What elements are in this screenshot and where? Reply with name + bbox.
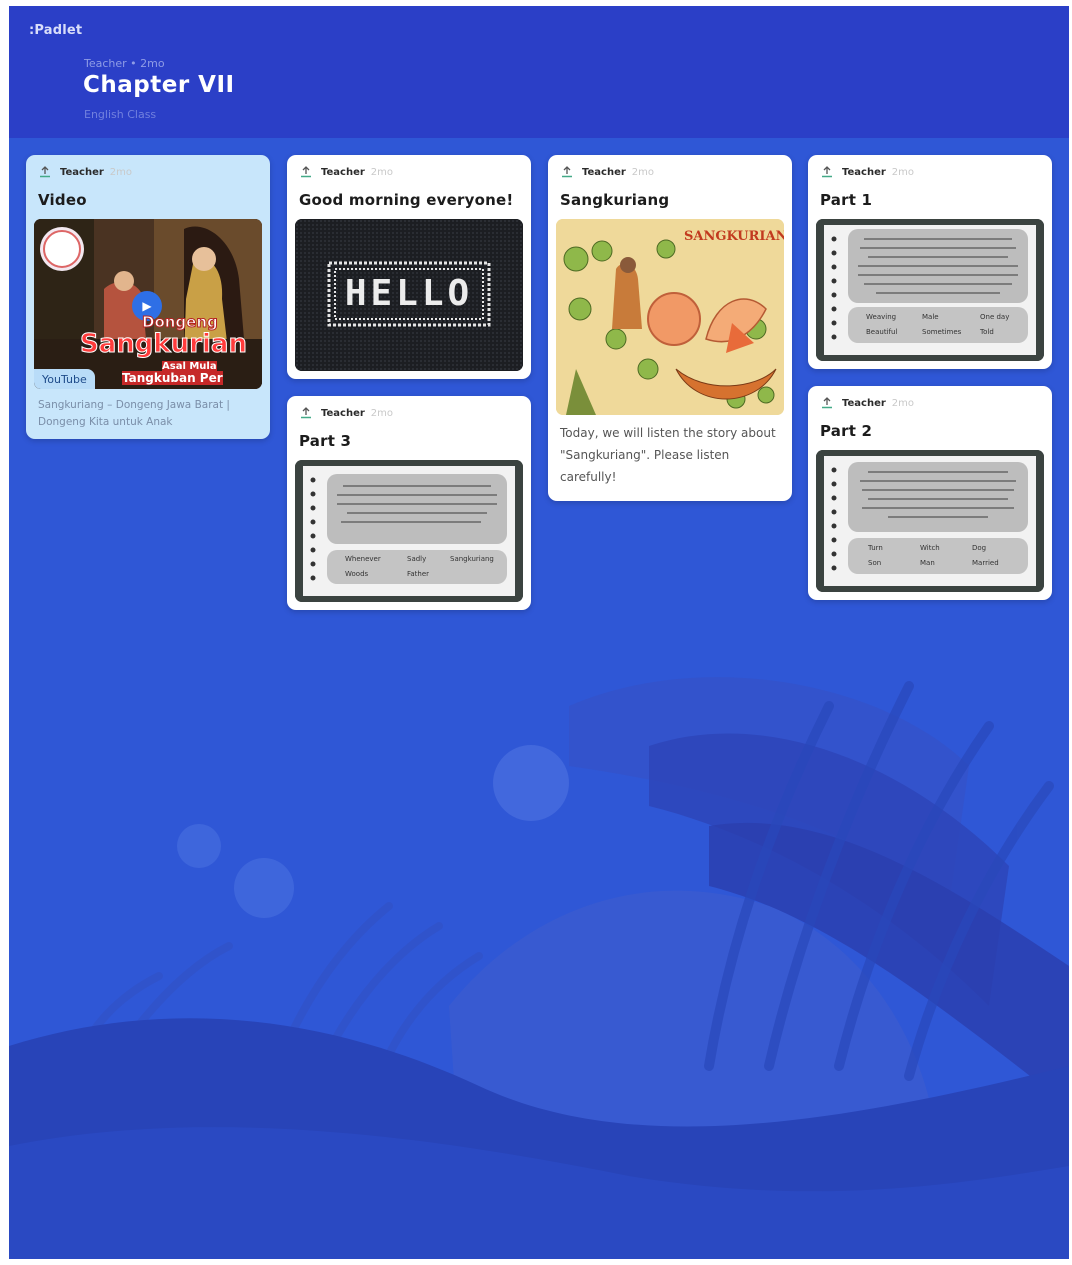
post-card-part-3[interactable]: Teacher 2mo Part 3 Whenever Sadly Sangku…: [287, 396, 531, 610]
sangkuriang-illustration[interactable]: SANGKURIANG: [556, 219, 784, 415]
post-title: Good morning everyone!: [299, 191, 514, 209]
worksheet-word: Father: [407, 570, 430, 578]
worksheet-image[interactable]: Whenever Sadly Sangkuriang Woods Father: [295, 460, 523, 602]
post-card-part-1[interactable]: Teacher 2mo Part 1 Weaving Male One day …: [808, 155, 1052, 369]
padlet-logo[interactable]: :Padlet: [29, 23, 82, 38]
post-header: Teacher 2mo: [560, 165, 654, 179]
worksheet-word: Woods: [345, 570, 369, 578]
worksheet-word: Sometimes: [922, 328, 962, 336]
post-author: Teacher: [321, 166, 365, 178]
post-author: Teacher: [582, 166, 626, 178]
post-body: Today, we will listen the story about "S…: [560, 426, 776, 484]
hello-text: HELLO: [344, 273, 474, 314]
worksheet-word: Whenever: [345, 555, 381, 563]
post-time: 2mo: [370, 166, 394, 178]
upload-icon: [560, 165, 574, 179]
worksheet-word: Married: [972, 559, 999, 567]
upload-icon: [38, 165, 52, 179]
upload-icon: [299, 165, 313, 179]
post-author: Teacher: [60, 166, 104, 178]
upload-icon: [820, 165, 834, 179]
worksheet-image[interactable]: Weaving Male One day Beautiful Sometimes…: [816, 219, 1044, 361]
post-card-sangkuriang[interactable]: Teacher 2mo Sangkuriang SANGKURIANG Toda…: [548, 155, 792, 501]
worksheet-word: Beautiful: [866, 328, 898, 336]
post-header: Teacher 2mo: [38, 165, 132, 179]
worksheet-word: Male: [922, 313, 939, 321]
post-header: Teacher 2mo: [820, 396, 914, 410]
board-subtitle: English Class: [84, 108, 157, 121]
thumbnail-text-tangkuban: Tangkuban Per: [122, 371, 223, 385]
worksheet-word: Man: [920, 559, 935, 567]
upload-icon: [299, 406, 313, 420]
board-header: :Padlet Teacher • 2mo Chapter VII Englis…: [9, 6, 1069, 138]
video-caption: Sangkuriang – Dongeng Jawa Barat | Donge…: [38, 399, 230, 428]
post-author: Teacher: [321, 407, 365, 419]
post-author: Teacher: [842, 166, 886, 178]
thumbnail-text-sangkurian: Sangkurian: [80, 329, 248, 360]
worksheet-word: One day: [980, 313, 1010, 321]
post-time: 2mo: [891, 397, 915, 409]
worksheet-word: Witch: [920, 544, 940, 552]
worksheet-word: Sangkuriang: [450, 555, 494, 563]
board-title: Chapter VII: [83, 72, 235, 98]
worksheet-image[interactable]: Turn Witch Dog Son Man Married: [816, 450, 1044, 592]
worksheet-word: Son: [868, 559, 882, 567]
worksheet-word: Turn: [868, 544, 883, 552]
post-time: 2mo: [370, 407, 394, 419]
post-card-good-morning[interactable]: Teacher 2mo Good morning everyone! HELLO: [287, 155, 531, 379]
upload-icon: [820, 396, 834, 410]
worksheet-word: Dog: [972, 544, 987, 552]
post-header: Teacher 2mo: [299, 165, 393, 179]
hello-image[interactable]: HELLO: [295, 219, 523, 371]
video-thumbnail[interactable]: ▶ Dongeng Sangkurian Asal Mula Tangkuban…: [34, 219, 262, 389]
post-title: Video: [38, 191, 87, 209]
worksheet-word: Sadly: [407, 555, 427, 563]
post-header: Teacher 2mo: [820, 165, 914, 179]
post-title: Sangkuriang: [560, 191, 670, 209]
post-time: 2mo: [631, 166, 655, 178]
padlet-board: :Padlet Teacher • 2mo Chapter VII Englis…: [9, 6, 1069, 1259]
post-time: 2mo: [891, 166, 915, 178]
board-meta: Teacher • 2mo: [84, 57, 165, 70]
post-card-video[interactable]: Teacher 2mo Video ▶ Dongeng Sangkurian A…: [26, 155, 270, 439]
post-title: Part 1: [820, 191, 873, 209]
post-title: Part 3: [299, 432, 352, 450]
worksheet-word: Weaving: [866, 313, 897, 321]
post-time: 2mo: [109, 166, 133, 178]
post-title: Part 2: [820, 422, 873, 440]
youtube-badge: YouTube: [34, 369, 95, 389]
worksheet-word: Told: [980, 328, 994, 336]
post-card-part-2[interactable]: Teacher 2mo Part 2 Turn Witch Dog Son Ma…: [808, 386, 1052, 600]
post-header: Teacher 2mo: [299, 406, 393, 420]
post-author: Teacher: [842, 397, 886, 409]
illustration-title: SANGKURIANG: [684, 229, 784, 244]
